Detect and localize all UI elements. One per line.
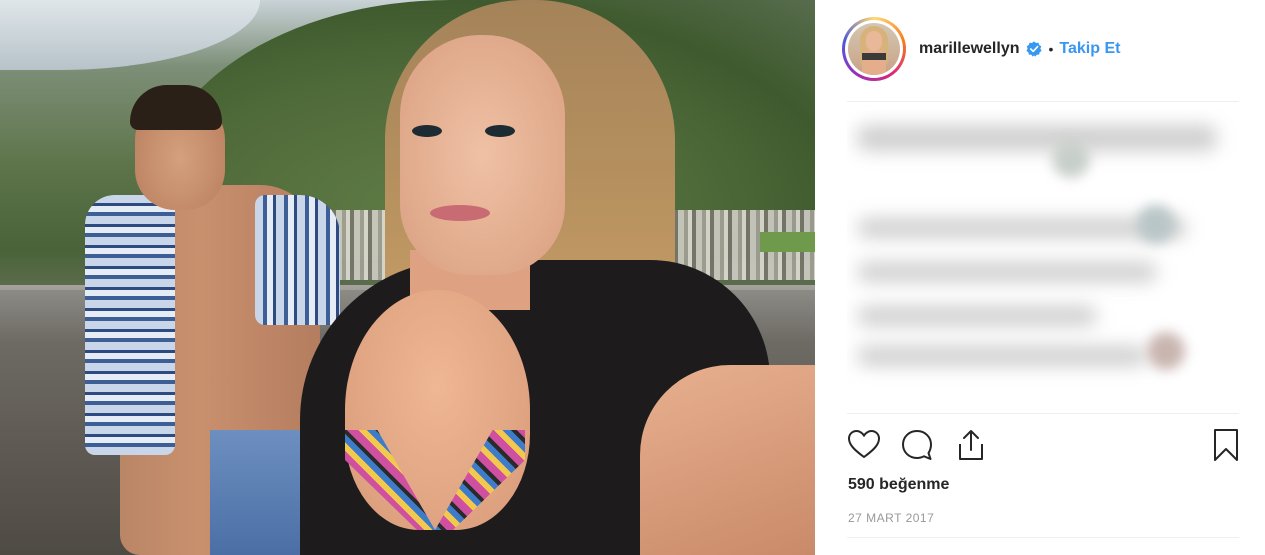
eye bbox=[412, 125, 442, 137]
verified-badge-icon bbox=[1025, 41, 1042, 57]
avatar-story-ring[interactable] bbox=[842, 17, 906, 81]
bookmark-icon[interactable] bbox=[1209, 428, 1243, 462]
heart-icon[interactable] bbox=[847, 428, 881, 462]
post-date: 27 MART 2017 bbox=[848, 511, 935, 525]
post-header: marillewellyn • Takip Et bbox=[842, 15, 1240, 83]
post-photo[interactable] bbox=[0, 0, 815, 555]
eye bbox=[485, 125, 515, 137]
woman-arm bbox=[640, 365, 815, 555]
username-link[interactable]: marillewellyn bbox=[919, 40, 1020, 58]
share-upload-icon[interactable] bbox=[954, 428, 988, 462]
separator-dot: • bbox=[1048, 41, 1054, 57]
header-divider bbox=[847, 101, 1239, 102]
post-side-panel: marillewellyn • Takip Et 590 beğenme 27 … bbox=[815, 0, 1265, 555]
lips bbox=[430, 205, 490, 221]
footer-divider bbox=[847, 537, 1239, 538]
woman-chest bbox=[345, 290, 530, 530]
comments-blurred bbox=[847, 110, 1247, 390]
comment-bubble-icon[interactable] bbox=[900, 428, 934, 462]
follow-button[interactable]: Takip Et bbox=[1059, 40, 1120, 58]
plaid-shirt-left bbox=[85, 195, 175, 455]
post-actions bbox=[847, 428, 1242, 464]
woman-face bbox=[400, 35, 565, 275]
avatar[interactable] bbox=[848, 23, 900, 75]
actions-divider bbox=[847, 413, 1239, 414]
sky bbox=[0, 0, 260, 70]
like-count[interactable]: 590 beğenme bbox=[848, 476, 949, 494]
field bbox=[760, 232, 815, 252]
plaid-shirt-right bbox=[255, 195, 340, 325]
